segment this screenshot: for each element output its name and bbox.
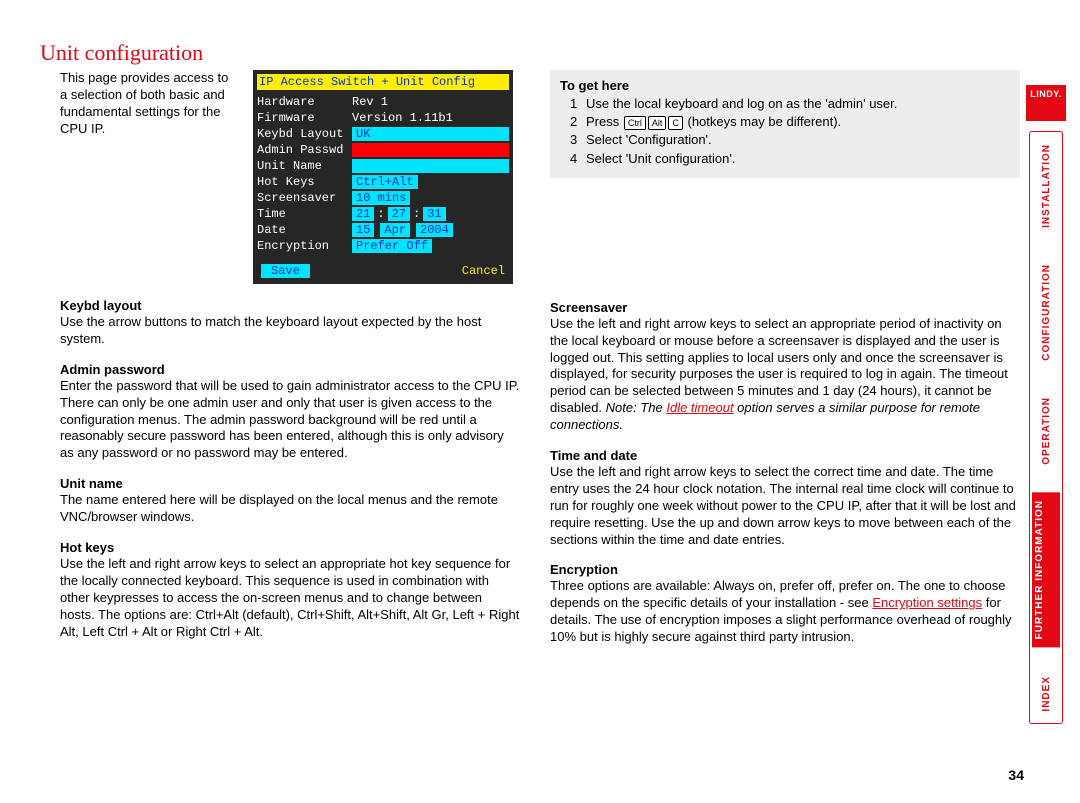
idle-timeout-link[interactable]: Idle timeout [666, 400, 733, 415]
tab-installation[interactable]: INSTALLATION [1039, 136, 1054, 236]
time-hh: 21 [352, 207, 374, 221]
cfg-keybd-value: UK [352, 127, 374, 141]
side-tabs: INSTALLATION CONFIGURATION OPERATION FUR… [1029, 131, 1063, 724]
unit-name-heading: Unit name [60, 476, 520, 491]
cfg-screensaver-value: 10 mins [352, 191, 410, 205]
cfg-keybd-label: Keybd Layout [257, 127, 352, 141]
keybd-layout-heading: Keybd layout [60, 298, 520, 313]
cfg-firmware-label: Firmware [257, 111, 352, 125]
right-column: To get here 1Use the local keyboard and … [550, 70, 1020, 646]
cfg-encryption-label: Encryption [257, 239, 352, 253]
page-title: Unit configuration [40, 40, 1080, 66]
togethere-step2: Press CtrlAltC (hotkeys may be different… [586, 113, 841, 131]
togethere-step3: Select 'Configuration'. [586, 131, 712, 149]
to-get-here-box: To get here 1Use the local keyboard and … [550, 70, 1020, 178]
togethere-step1: Use the local keyboard and log on as the… [586, 95, 897, 113]
config-screenshot: IP Access Switch + Unit Config HardwareR… [253, 70, 513, 284]
cfg-time-value: 21:27:31 [352, 207, 446, 221]
cfg-keybd-field [374, 127, 509, 141]
save-button: Save [261, 264, 310, 278]
cfg-unitname-label: Unit Name [257, 159, 352, 173]
togethere-step4: Select 'Unit configuration'. [586, 150, 736, 168]
cfg-date-label: Date [257, 223, 352, 237]
keycap-alt: Alt [648, 116, 667, 130]
screensaver-heading: Screensaver [550, 300, 1020, 315]
cfg-admin-field [352, 143, 509, 157]
tab-operation[interactable]: OPERATION [1039, 389, 1054, 473]
lindy-logo: LINDY. [1026, 85, 1066, 121]
encryption-settings-link[interactable]: Encryption settings [872, 595, 982, 610]
date-dd: 15 [352, 223, 374, 237]
cfg-hardware-value: Rev 1 [352, 95, 509, 109]
tab-further-information[interactable]: FURTHER INFORMATION [1032, 492, 1060, 647]
keybd-layout-text: Use the arrow buttons to match the keybo… [60, 314, 520, 348]
time-date-heading: Time and date [550, 448, 1020, 463]
encryption-text: Three options are available: Always on, … [550, 578, 1020, 646]
left-column: This page provides access to a selection… [60, 70, 520, 646]
intro-text: This page provides access to a selection… [60, 70, 235, 284]
to-get-here-heading: To get here [560, 78, 1010, 93]
date-yy: 2004 [416, 223, 453, 237]
sidebar: LINDY. INSTALLATION CONFIGURATION OPERAT… [1026, 85, 1066, 724]
page-number: 34 [1008, 767, 1024, 783]
cfg-encryption-value: Prefer Off [352, 239, 432, 253]
cfg-hotkeys-value: Ctrl+Alt [352, 175, 418, 189]
keycap-c: C [668, 116, 683, 130]
cfg-firmware-value: Version 1.11b1 [352, 111, 509, 125]
cfg-time-label: Time [257, 207, 352, 221]
tab-configuration[interactable]: CONFIGURATION [1039, 256, 1054, 369]
unit-name-text: The name entered here will be displayed … [60, 492, 520, 526]
cfg-hardware-label: Hardware [257, 95, 352, 109]
tab-index[interactable]: INDEX [1039, 668, 1054, 720]
hot-keys-text: Use the left and right arrow keys to sel… [60, 556, 520, 640]
time-date-text: Use the left and right arrow keys to sel… [550, 464, 1020, 548]
cancel-button: Cancel [462, 264, 505, 278]
date-mo: Apr [380, 223, 410, 237]
cfg-screensaver-label: Screensaver [257, 191, 352, 205]
config-title: IP Access Switch + Unit Config [257, 74, 509, 90]
cfg-hotkeys-label: Hot Keys [257, 175, 352, 189]
admin-password-text: Enter the password that will be used to … [60, 378, 520, 462]
encryption-heading: Encryption [550, 562, 1020, 577]
hot-keys-heading: Hot keys [60, 540, 520, 555]
time-mm: 27 [388, 207, 410, 221]
admin-password-heading: Admin password [60, 362, 520, 377]
cfg-admin-label: Admin Passwd [257, 143, 352, 157]
cfg-unitname-field [352, 159, 509, 173]
screensaver-text: Use the left and right arrow keys to sel… [550, 316, 1020, 434]
cfg-date-value: 15 Apr 2004 [352, 223, 453, 237]
keycap-ctrl: Ctrl [624, 116, 646, 130]
time-ss: 31 [423, 207, 445, 221]
